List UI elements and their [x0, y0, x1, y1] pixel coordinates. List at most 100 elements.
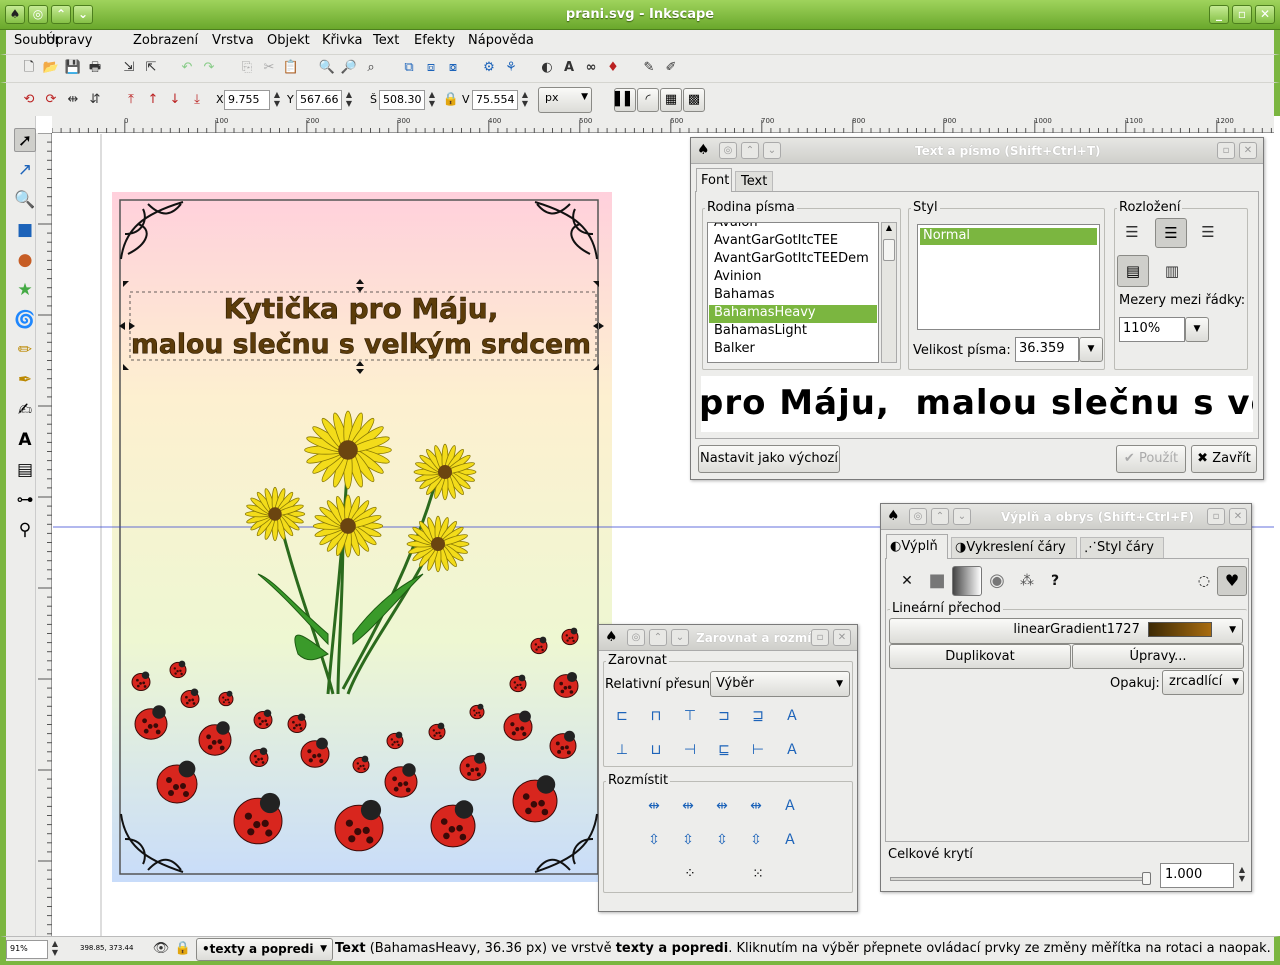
export-icon[interactable]: ⇱	[142, 59, 160, 77]
font-family-item[interactable]: Bahamas	[709, 287, 877, 305]
calligraphy-tool-icon[interactable]: ✍	[14, 398, 36, 422]
vertical-text-icon[interactable]: ▥	[1161, 262, 1183, 284]
linear-gradient-icon[interactable]	[952, 566, 982, 596]
align-option-icon[interactable]: Ａ	[779, 703, 805, 729]
no-paint-icon[interactable]: ✕	[894, 568, 920, 594]
zoom-spin-arrows[interactable]: ▲ ▼	[50, 939, 60, 957]
distribute-option-icon[interactable]: ⇳	[743, 827, 769, 853]
menu-upravy[interactable]: Úpravy	[46, 33, 92, 48]
align-option-icon[interactable]: ⊑	[711, 737, 737, 763]
menu-vrstva[interactable]: Vrstva	[212, 33, 254, 48]
close-button[interactable]: ✖ Zavřít	[1191, 445, 1257, 473]
opacity-slider-thumb[interactable]	[1142, 872, 1151, 885]
distribute-option-icon[interactable]: ⇹	[743, 793, 769, 819]
tab-text[interactable]: Text	[735, 171, 773, 192]
randomize-icon[interactable]: ⁘	[677, 861, 703, 887]
preferences-icon[interactable]: ✎	[640, 59, 658, 77]
rect-tool-icon[interactable]: ■	[14, 218, 36, 242]
radial-gradient-icon[interactable]: ◉	[984, 568, 1010, 594]
edit-gradient-button[interactable]: Úpravy...	[1072, 644, 1244, 669]
maximize-button[interactable]: ▫	[1232, 5, 1252, 24]
x-spin-arrows[interactable]: ▲ ▼	[272, 90, 282, 110]
clone-icon[interactable]: ⧈	[422, 59, 440, 77]
x-input[interactable]: 9.755	[224, 90, 270, 110]
redo-icon[interactable]: ↷	[200, 59, 218, 77]
y-spin-arrows[interactable]: ▲ ▼	[344, 90, 354, 110]
font-family-item[interactable]: BahamasHeavy	[709, 305, 877, 323]
card-title-line1[interactable]: Kytička pro Máju,	[223, 292, 499, 326]
distribute-option-icon[interactable]: ⇹	[709, 793, 735, 819]
align-option-icon[interactable]: ⊓	[643, 703, 669, 729]
set-default-button[interactable]: Nastavit jako výchozí	[698, 445, 840, 473]
flip-v-icon[interactable]: ⇵	[86, 91, 104, 109]
document-props-icon[interactable]: ✐	[662, 59, 680, 77]
minimize-button[interactable]: _	[1209, 5, 1229, 24]
rotate-ccw-icon[interactable]: ⟲	[20, 91, 38, 109]
font-family-item[interactable]: Balker	[709, 341, 877, 359]
star-tool-icon[interactable]: ★	[14, 278, 36, 302]
save-icon[interactable]: 💾	[64, 59, 82, 77]
align-left-icon[interactable]: ☰	[1121, 223, 1143, 245]
opacity-spin-arrows[interactable]: ▲ ▼	[1237, 865, 1247, 885]
spiral-tool-icon[interactable]: 🌀	[14, 308, 36, 332]
text-tool-icon[interactable]: A	[14, 428, 36, 452]
font-family-item[interactable]: AvantGarGotItcTEE	[709, 233, 877, 251]
zoom-selection-icon[interactable]: 🔍	[318, 59, 336, 77]
ungroup-icon[interactable]: ⚘	[502, 59, 520, 77]
card-title-line2[interactable]: malou slečnu s velkým srdcem	[131, 329, 592, 361]
lock-layer-icon[interactable]: 🔒	[174, 940, 192, 958]
horizontal-text-icon[interactable]: ▤	[1117, 255, 1149, 287]
open-icon[interactable]: 📂	[42, 59, 60, 77]
flip-h-icon[interactable]: ⇹	[64, 91, 82, 109]
menu-objekt[interactable]: Objekt	[267, 33, 310, 48]
duplicate-icon[interactable]: ⧉	[400, 59, 418, 77]
align-option-icon[interactable]: ⊏	[609, 703, 635, 729]
paste-icon[interactable]: 📋	[282, 59, 300, 77]
font-family-item[interactable]: Avinion	[709, 269, 877, 287]
layer-select[interactable]: •texty a popredi ▼	[196, 938, 333, 961]
fill-stroke-icon[interactable]: ◐	[538, 59, 556, 77]
align-option-icon[interactable]: ⊢	[745, 737, 771, 763]
align-distribute-icon[interactable]: ♦	[604, 59, 622, 77]
distribute-option-icon[interactable]: ⇳	[675, 827, 701, 853]
menu-napoveda[interactable]: Nápověda	[468, 33, 534, 48]
undo-icon[interactable]: ↶	[178, 59, 196, 77]
maximize-button[interactable]: ▫	[811, 629, 829, 646]
scale-stroke-icon[interactable]: ▌▌	[614, 88, 636, 112]
connector-tool-icon[interactable]: ⊶	[14, 488, 36, 512]
lower-bottom-icon[interactable]: ⤓	[188, 91, 206, 109]
opacity-input[interactable]: 1.000	[1160, 863, 1234, 888]
pattern-icon[interactable]: ⁂	[1014, 568, 1040, 594]
tab-fill[interactable]: ◐Výplň	[886, 534, 948, 559]
close-dialog-button[interactable]: ✕	[1239, 142, 1257, 159]
font-family-item[interactable]: BahamasLight	[709, 323, 877, 341]
align-option-icon[interactable]: ⊣	[677, 737, 703, 763]
close-window-button[interactable]: ✕	[1255, 5, 1275, 24]
scroll-up-icon[interactable]: ▲	[882, 223, 896, 236]
shade-up-icon[interactable]: ⌃	[931, 508, 949, 525]
distribute-option-icon[interactable]: ⇹	[675, 793, 701, 819]
scale-corners-icon[interactable]: ◜	[637, 88, 659, 112]
align-option-icon[interactable]: ⊔	[643, 737, 669, 763]
transform-gradients-icon[interactable]: ▦	[660, 88, 682, 112]
dropper-tool-icon[interactable]: ⚲	[14, 518, 36, 542]
lower-icon[interactable]: ↓	[166, 91, 184, 109]
unlink-clone-icon[interactable]: ⧇	[444, 59, 462, 77]
close-dialog-button[interactable]: ✕	[833, 629, 851, 646]
maximize-button[interactable]: ▫	[1207, 508, 1225, 525]
style-item-selected[interactable]: Normal	[920, 228, 1097, 245]
shade-up-icon[interactable]: ⌃	[741, 142, 759, 159]
distribute-option-icon[interactable]: ⇹	[641, 793, 667, 819]
align-center-icon[interactable]: ☰	[1155, 218, 1187, 248]
align-option-icon[interactable]: ⊤	[677, 703, 703, 729]
ellipse-tool-icon[interactable]: ●	[14, 248, 36, 272]
family-scrollbar[interactable]: ▲	[881, 222, 897, 363]
font-size-input[interactable]: 36.359	[1015, 337, 1079, 362]
dialog-menu-button[interactable]: ◎	[909, 508, 927, 525]
shade-down-icon[interactable]: ⌄	[671, 629, 689, 646]
y-input[interactable]: 567.66	[296, 90, 342, 110]
flat-color-icon[interactable]: ■	[924, 568, 950, 594]
evenodd-rule-icon[interactable]: ◌	[1191, 568, 1217, 594]
apply-button[interactable]: ✔ Použít	[1116, 445, 1186, 473]
align-right-icon[interactable]: ☰	[1197, 223, 1219, 245]
